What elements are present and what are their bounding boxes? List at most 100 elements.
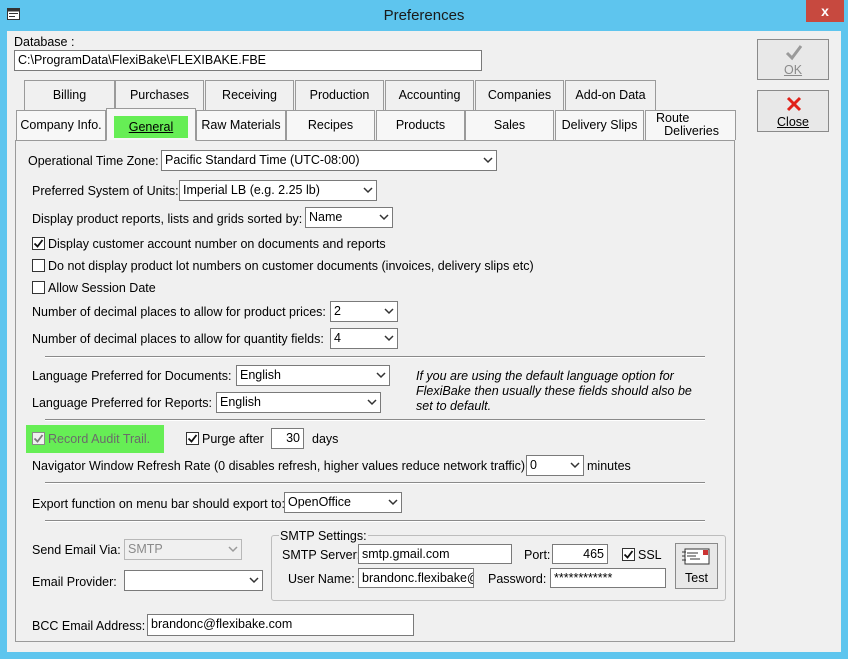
lot-numbers-label: Do not display product lot numbers on cu… [48, 259, 534, 273]
window-title: Preferences [383, 7, 465, 24]
username-label: User Name: [288, 572, 355, 586]
lang-note-line2: FlexiBake then usually these fields shou… [416, 384, 692, 398]
timezone-value: Pacific Standard Time (UTC-08:00) [165, 153, 360, 167]
tab-sales[interactable]: Sales [465, 110, 554, 140]
tab-delivery-slips[interactable]: Delivery Slips [555, 110, 644, 140]
refresh-rate-dropdown[interactable]: 0 [526, 455, 584, 476]
ssl-label: SSL [638, 548, 662, 562]
window-frame-right [841, 31, 848, 659]
tab-general-label: General [114, 116, 188, 138]
lot-numbers-checkbox[interactable] [32, 259, 45, 272]
lang-note-line3: set to default. [416, 399, 492, 413]
refresh-rate-value: 0 [530, 458, 537, 472]
bcc-input[interactable]: brandonc@flexibake.com [147, 614, 414, 636]
ok-button[interactable]: OK [757, 39, 829, 80]
tab-add-on-data[interactable]: Add-on Data [565, 80, 656, 110]
price-decimals-value: 2 [334, 304, 341, 318]
smtp-settings-title: SMTP Settings: [279, 529, 368, 543]
tab-raw-materials[interactable]: Raw Materials [196, 110, 286, 140]
units-value: Imperial LB (e.g. 2.25 lb) [183, 183, 320, 197]
lang-note-line1: If you are using the default language op… [416, 369, 674, 383]
sort-value: Name [309, 210, 343, 224]
sort-dropdown[interactable]: Name [305, 207, 393, 228]
refresh-rate-label: Navigator Window Refresh Rate (0 disable… [32, 459, 526, 473]
session-date-checkbox[interactable] [32, 281, 45, 294]
smtp-server-input[interactable]: smtp.gmail.com [358, 544, 512, 564]
timezone-dropdown[interactable]: Pacific Standard Time (UTC-08:00) [161, 150, 497, 171]
tab-recipes[interactable]: Recipes [286, 110, 375, 140]
email-provider-dropdown[interactable] [124, 570, 263, 591]
audit-trail-checkbox[interactable] [32, 432, 45, 445]
purge-days-input[interactable]: 30 [271, 428, 304, 449]
tab-production[interactable]: Production [295, 80, 384, 110]
tab-billing[interactable]: Billing [24, 80, 115, 110]
ssl-checkbox[interactable] [622, 548, 635, 561]
chevron-down-icon [384, 335, 394, 342]
test-email-button[interactable]: Test [675, 543, 718, 589]
chevron-down-icon [384, 308, 394, 315]
send-email-dropdown[interactable]: SMTP [124, 539, 242, 560]
price-decimals-dropdown[interactable]: 2 [330, 301, 398, 322]
chevron-down-icon [379, 214, 389, 221]
chevron-down-icon [483, 157, 493, 164]
qty-decimals-value: 4 [334, 331, 341, 345]
port-input[interactable]: 465 [552, 544, 608, 564]
chevron-down-icon [363, 187, 373, 194]
export-value: OpenOffice [288, 495, 352, 509]
lang-docs-value: English [240, 368, 281, 382]
separator [45, 356, 705, 358]
password-label: Password: [488, 572, 547, 586]
purge-checkbox[interactable] [186, 432, 199, 445]
account-number-checkbox[interactable] [32, 237, 45, 250]
bcc-label: BCC Email Address: [32, 619, 146, 633]
window-frame-left [0, 31, 7, 659]
chevron-down-icon [249, 577, 259, 584]
close-label: Close [777, 115, 809, 129]
tab-route-line2: Deliveries [664, 124, 719, 138]
envelope-icon [682, 548, 710, 565]
tab-purchases[interactable]: Purchases [115, 80, 204, 110]
close-button[interactable]: Close [757, 90, 829, 132]
checkmark-icon [33, 434, 44, 443]
lang-docs-dropdown[interactable]: English [236, 365, 390, 386]
checkmark-icon [33, 239, 44, 248]
tab-general[interactable]: General [106, 108, 196, 141]
test-label: Test [685, 571, 708, 585]
close-window-icon[interactable]: x [806, 0, 844, 22]
lang-reports-dropdown[interactable]: English [216, 392, 381, 413]
send-email-value: SMTP [128, 542, 163, 556]
chevron-down-icon [367, 399, 377, 406]
chevron-down-icon [570, 462, 580, 469]
lang-reports-label: Language Preferred for Reports: [32, 396, 212, 410]
email-provider-label: Email Provider: [32, 575, 117, 589]
tab-receiving[interactable]: Receiving [205, 80, 294, 110]
units-label: Preferred System of Units: [32, 184, 179, 198]
tab-company-info[interactable]: Company Info. [16, 110, 106, 140]
tab-route-deliveries[interactable]: Route Deliveries [645, 110, 736, 140]
port-label: Port: [524, 548, 551, 562]
qty-decimals-label: Number of decimal places to allow for qu… [32, 332, 324, 346]
export-dropdown[interactable]: OpenOffice [284, 492, 402, 513]
qty-decimals-dropdown[interactable]: 4 [330, 328, 398, 349]
chevron-down-icon [376, 372, 386, 379]
price-decimals-label: Number of decimal places to allow for pr… [32, 305, 326, 319]
units-dropdown[interactable]: Imperial LB (e.g. 2.25 lb) [179, 180, 377, 201]
separator [45, 482, 705, 484]
tab-products[interactable]: Products [376, 110, 465, 140]
database-path-field[interactable]: C:\ProgramData\FlexiBake\FLEXIBAKE.FBE [14, 50, 482, 71]
lang-docs-label: Language Preferred for Documents: [32, 369, 232, 383]
tab-companies[interactable]: Companies [475, 80, 564, 110]
export-label: Export function on menu bar should expor… [32, 497, 285, 511]
separator [45, 520, 705, 522]
purge-label: Purge after [202, 432, 264, 446]
close-icon [786, 96, 802, 112]
account-number-label: Display customer account number on docum… [48, 237, 386, 251]
separator [45, 419, 705, 421]
window-frame-bottom [0, 652, 848, 659]
tab-accounting[interactable]: Accounting [385, 80, 474, 110]
send-email-label: Send Email Via: [32, 543, 121, 557]
password-input[interactable]: ************ [550, 568, 666, 588]
title-bar[interactable]: Preferences x [0, 0, 848, 31]
username-input[interactable]: brandonc.flexibake@ [358, 568, 474, 588]
checkmark-icon [785, 45, 803, 61]
